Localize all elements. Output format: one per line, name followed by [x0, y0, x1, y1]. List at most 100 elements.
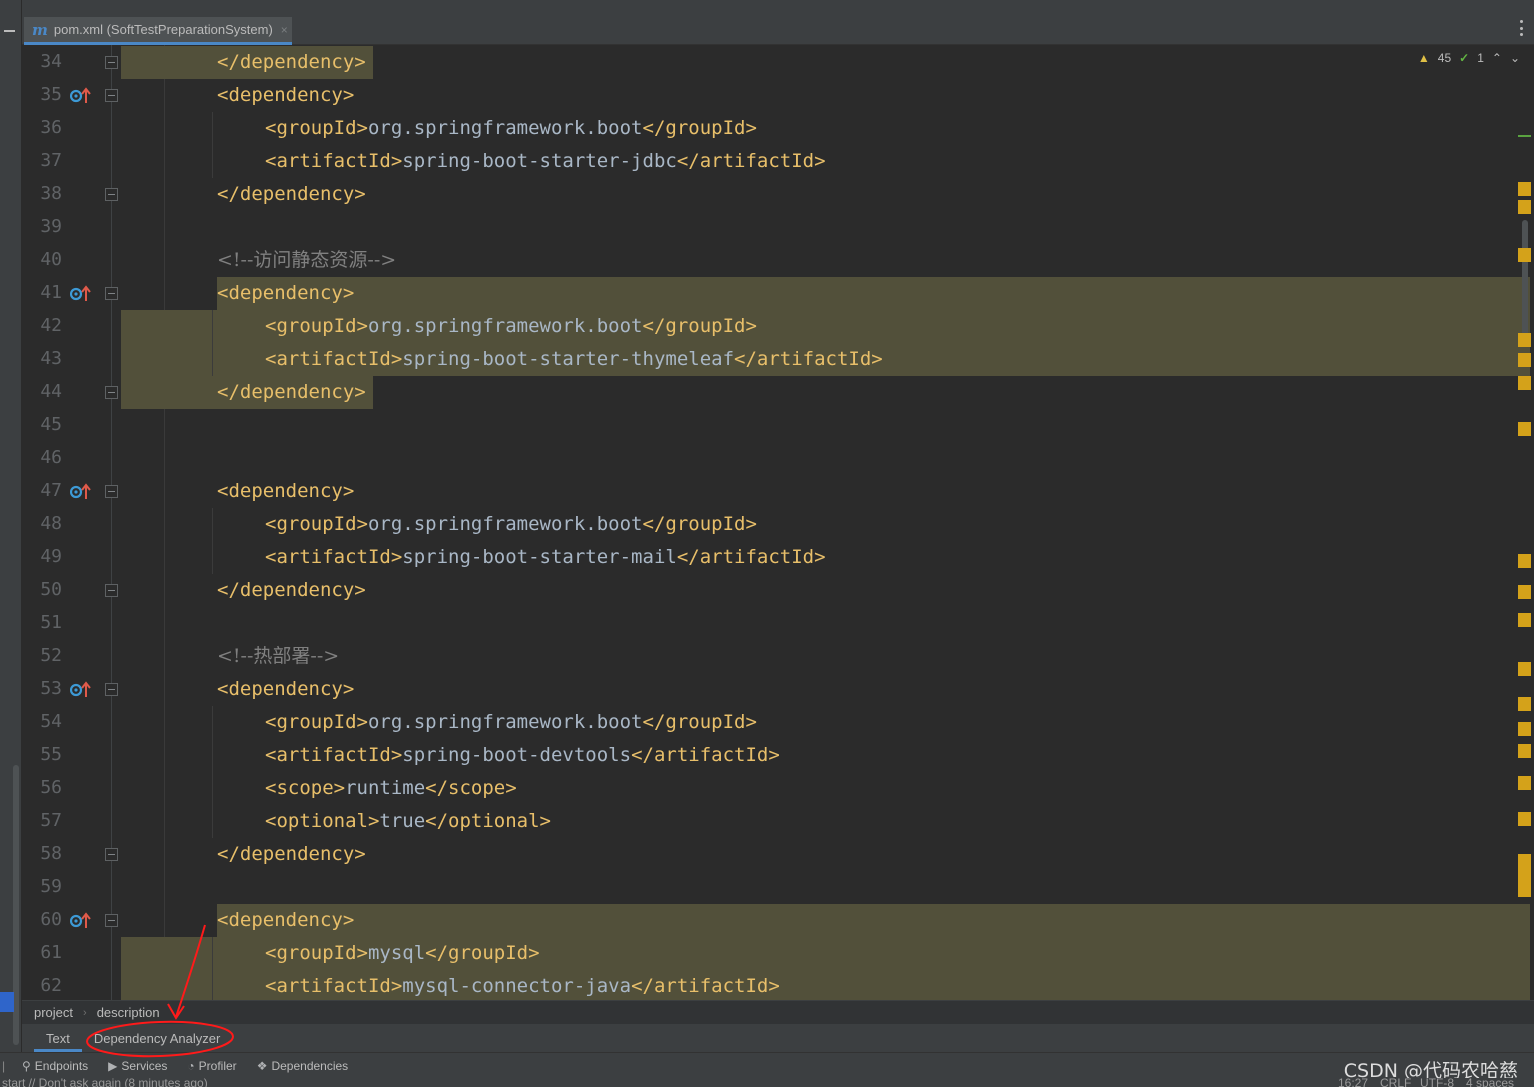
- warning-stripe-marker[interactable]: [1518, 422, 1531, 436]
- overrides-dependency-icon[interactable]: [70, 912, 92, 930]
- inspection-widget[interactable]: ▲ 45 ✓ 1 ⌃ ⌄: [1418, 51, 1520, 65]
- code-line[interactable]: 36 <groupId>org.springframework.boot</gro…: [22, 112, 1530, 145]
- tab-text[interactable]: Text: [34, 1024, 82, 1052]
- warning-stripe-marker[interactable]: [1518, 200, 1531, 214]
- warning-stripe-marker[interactable]: [1518, 744, 1531, 758]
- code-line[interactable]: 37 <artifactId>spring-boot-starter-jdbc</…: [22, 145, 1530, 178]
- more-options-icon[interactable]: [1520, 20, 1524, 36]
- code-line[interactable]: 62 <artifactId>mysql-connector-java</arti…: [22, 970, 1530, 1000]
- code-line[interactable]: 58 </dependency>: [22, 838, 1530, 871]
- code-line[interactable]: 43 <artifactId>spring-boot-starter-thymel…: [22, 343, 1530, 376]
- xml-tag: </scope>: [425, 777, 517, 799]
- warning-stripe-marker[interactable]: [1518, 248, 1531, 262]
- overrides-dependency-icon[interactable]: [70, 483, 92, 501]
- tool-window-bar: | ⚲ Endpoints ▶ Services ◔ Profiler ❖ De…: [0, 1052, 1534, 1078]
- tool-window-services[interactable]: ▶ Services: [108, 1059, 167, 1073]
- overrides-dependency-icon[interactable]: [70, 285, 92, 303]
- code-line[interactable]: 60 <dependency>: [22, 904, 1530, 937]
- editor-scrollbar-thumb[interactable]: [1522, 220, 1528, 340]
- line-separator[interactable]: CRLF: [1380, 1078, 1411, 1087]
- warning-stripe-marker[interactable]: [1518, 376, 1531, 390]
- xml-tag: <groupId>: [265, 513, 368, 535]
- code-line[interactable]: 54 <groupId>org.springframework.boot</gro…: [22, 706, 1530, 739]
- code-line[interactable]: 51: [22, 607, 1530, 640]
- code-line[interactable]: 35 <dependency>: [22, 79, 1530, 112]
- file-encoding[interactable]: UTF-8: [1420, 1078, 1454, 1087]
- indent-setting[interactable]: 4 spaces: [1466, 1078, 1514, 1087]
- code-line[interactable]: 47 <dependency>: [22, 475, 1530, 508]
- overrides-dependency-icon[interactable]: [70, 681, 92, 699]
- code-line[interactable]: 40 <!--访问静态资源-->: [22, 244, 1530, 277]
- xml-value: org.springframework.boot: [367, 315, 643, 337]
- code-line[interactable]: 53 <dependency>: [22, 673, 1530, 706]
- breadcrumb: project › description: [22, 1000, 1534, 1024]
- close-icon[interactable]: ×: [281, 23, 288, 37]
- editor-tab-bar: m pom.xml (SoftTestPreparationSystem) ×: [22, 0, 1534, 45]
- fold-marker-icon[interactable]: [105, 188, 118, 201]
- code-line[interactable]: 38 </dependency>: [22, 178, 1530, 211]
- code-line[interactable]: 34 </dependency>: [22, 46, 1530, 79]
- warning-stripe-marker[interactable]: [1518, 662, 1531, 676]
- code-line[interactable]: 42 <groupId>org.springframework.boot</gro…: [22, 310, 1530, 343]
- fold-marker-icon[interactable]: [105, 287, 118, 300]
- warning-stripe-marker[interactable]: [1518, 333, 1531, 347]
- tool-window-profiler[interactable]: ◔ Profiler: [187, 1059, 236, 1073]
- code-line[interactable]: 49 <artifactId>spring-boot-starter-mail</…: [22, 541, 1530, 574]
- code-line[interactable]: 41 <dependency>: [22, 277, 1530, 310]
- indent-guide: [212, 541, 213, 574]
- warning-stripe-marker[interactable]: [1518, 613, 1531, 627]
- warning-stripe-marker[interactable]: [1518, 776, 1531, 790]
- warning-stripe-marker[interactable]: [1518, 554, 1531, 568]
- code-line[interactable]: 50 </dependency>: [22, 574, 1530, 607]
- code-line[interactable]: 55 <artifactId>spring-boot-devtools</arti…: [22, 739, 1530, 772]
- error-stripe[interactable]: [1516, 45, 1534, 1000]
- warning-stripe-marker[interactable]: [1518, 722, 1531, 736]
- code-line[interactable]: 39: [22, 211, 1530, 244]
- code-line[interactable]: 46: [22, 442, 1530, 475]
- code-line[interactable]: 61 <groupId>mysql</groupId>: [22, 937, 1530, 970]
- warning-stripe-marker[interactable]: [1518, 812, 1531, 826]
- fold-marker-icon[interactable]: [105, 848, 118, 861]
- fold-marker-icon[interactable]: [105, 386, 118, 399]
- status-message[interactable]: start // Don't ask again (8 minutes ago): [2, 1078, 208, 1087]
- code-line[interactable]: 45: [22, 409, 1530, 442]
- warning-stripe-marker[interactable]: [1518, 182, 1531, 196]
- warning-stripe-marker[interactable]: [1518, 353, 1531, 367]
- fold-marker-icon[interactable]: [105, 56, 118, 69]
- xml-value: mysql-connector-java: [402, 975, 632, 997]
- caret-position[interactable]: 16:27: [1338, 1078, 1368, 1087]
- xml-value: spring-boot-starter-thymeleaf: [402, 348, 735, 370]
- tool-window-endpoints[interactable]: ⚲ Endpoints: [22, 1059, 88, 1073]
- code-text: </dependency>: [217, 841, 366, 868]
- xml-tag: </artifactId>: [676, 150, 826, 172]
- fold-marker-icon[interactable]: [105, 914, 118, 927]
- xml-tag: <groupId>: [265, 711, 368, 733]
- overrides-dependency-icon[interactable]: [70, 87, 92, 105]
- code-line[interactable]: 56 <scope>runtime</scope>: [22, 772, 1530, 805]
- tab-dependency-analyzer[interactable]: Dependency Analyzer: [82, 1024, 232, 1052]
- code-text: <artifactId>spring-boot-starter-mail</ar…: [265, 544, 826, 571]
- line-number: 35: [40, 84, 62, 105]
- warning-stripe-marker[interactable]: [1518, 855, 1531, 897]
- tool-window-dependencies[interactable]: ❖ Dependencies: [257, 1059, 349, 1073]
- code-line[interactable]: 48 <groupId>org.springframework.boot</gro…: [22, 508, 1530, 541]
- tab-title: pom.xml (SoftTestPreparationSystem): [53, 22, 273, 37]
- warning-stripe-marker[interactable]: [1518, 697, 1531, 711]
- fold-marker-icon[interactable]: [105, 89, 118, 102]
- code-line[interactable]: 57 <optional>true</optional>: [22, 805, 1530, 838]
- warning-stripe-marker[interactable]: [1518, 585, 1531, 599]
- fold-marker-icon[interactable]: [105, 683, 118, 696]
- code-line[interactable]: 52 <!--热部署-->: [22, 640, 1530, 673]
- code-editor[interactable]: 34 </dependency> 35 <dependency> 36 <groupId>…: [22, 45, 1534, 1000]
- tab-pom-xml[interactable]: m pom.xml (SoftTestPreparationSystem) ×: [24, 17, 292, 45]
- code-line[interactable]: 59: [22, 871, 1530, 904]
- collapse-icon[interactable]: [4, 30, 15, 32]
- code-line[interactable]: 44 </dependency>: [22, 376, 1530, 409]
- dependencies-icon: ❖: [256, 1058, 268, 1073]
- breadcrumb-item-description[interactable]: description: [97, 1005, 160, 1020]
- xml-tag: </dependency>: [217, 183, 366, 205]
- fold-marker-icon[interactable]: [105, 584, 118, 597]
- breadcrumb-item-project[interactable]: project: [34, 1005, 73, 1020]
- fold-marker-icon[interactable]: [105, 485, 118, 498]
- previous-highlight-icon[interactable]: ⌃: [1492, 51, 1502, 65]
